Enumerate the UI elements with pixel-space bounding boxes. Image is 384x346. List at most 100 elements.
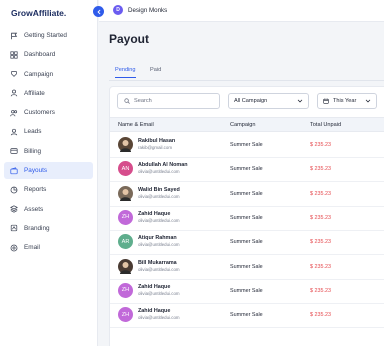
sidebar-item-assets[interactable]: Assets — [4, 201, 93, 218]
flag-icon — [9, 31, 19, 41]
billing-icon — [9, 146, 19, 156]
topbar: D Design Monks — [99, 0, 384, 22]
filter-bar: Search All Campaign This Year — [117, 93, 384, 109]
avatar: ZH — [118, 307, 133, 323]
workspace-name: Design Monks — [128, 6, 168, 14]
row-amount: $ 235.23 — [310, 312, 331, 319]
row-campaign: Summer Sale — [230, 263, 263, 270]
sidebar-item-label: Campaign — [24, 70, 54, 78]
avatar: ZH — [118, 282, 133, 298]
row-email: olivia@untitledui.com — [138, 217, 180, 223]
main-content: Payout Pending Paid Search All Campaign … — [99, 22, 384, 346]
header-total-unpaid[interactable]: Total Unpaid — [310, 122, 341, 128]
sidebar-item-reports[interactable]: Reports — [4, 181, 93, 198]
row-name: Walid Bin Sayed — [138, 186, 180, 193]
row-name: Rakibul Hasan — [138, 138, 176, 144]
dashboard-icon — [9, 50, 19, 60]
sidebar-item-label: Customers — [24, 109, 55, 117]
sidebar-item-label: Leads — [24, 128, 42, 136]
sidebar-item-label: Assets — [24, 205, 44, 213]
sidebar-item-leads[interactable]: Leads — [4, 123, 93, 140]
tab-paid[interactable]: Paid — [150, 67, 161, 77]
sidebar-item-label: Getting Started — [24, 32, 67, 39]
row-name: Bill Mukarrama — [138, 259, 177, 266]
tabs: Pending Paid — [109, 66, 384, 81]
sidebar-item-affiliate[interactable]: Affiliate — [4, 85, 93, 102]
row-campaign: Summer Sale — [230, 142, 263, 148]
table-row[interactable]: ZH Zahid Haque olivia@untitledui.com Summer… — [110, 280, 384, 304]
sidebar-item-getting-started[interactable]: Getting Started — [4, 27, 93, 44]
search-input[interactable]: Search — [117, 93, 220, 109]
app-logo: GrowAffiliate. — [11, 8, 67, 18]
sidebar-item-label: Billing — [24, 147, 42, 155]
row-email: olivia@untitledui.com — [138, 266, 180, 272]
table-row[interactable]: ZH Zahid Haque olivia@untitledui.com Summer… — [110, 207, 384, 231]
row-amount: $ 235.23 — [310, 142, 331, 148]
table-row[interactable]: AR Atiqur Rahman olivia@untitledui.com Summ… — [110, 231, 384, 256]
reports-icon — [9, 185, 19, 195]
sidebar-item-label: Payouts — [24, 167, 48, 175]
table-row[interactable]: Rakibul Hasan rakib@gmail.com Summer Sale $… — [110, 134, 384, 158]
sidebar-item-label: Dashboard — [24, 51, 56, 59]
sidebar-item-campaign[interactable]: Campaign — [4, 66, 93, 83]
row-amount: $ 235.23 — [310, 287, 331, 294]
sidebar-item-label: Reports — [24, 186, 47, 194]
page-title: Payout — [109, 32, 150, 46]
table-header: Name & Email Campaign Total Unpaid — [110, 117, 384, 132]
row-email: olivia@untitledui.com — [138, 193, 180, 199]
period-select-value: This Year — [333, 98, 357, 104]
row-amount: $ 235.23 — [310, 214, 331, 221]
avatar: AR — [118, 234, 133, 250]
chevron-left-icon — [96, 9, 100, 14]
row-name: Zahid Haque — [138, 210, 171, 217]
row-name: Zahid Haque — [138, 308, 171, 315]
sidebar-item-branding[interactable]: Branding — [4, 220, 93, 237]
period-select[interactable]: This Year — [317, 93, 377, 109]
user-icon — [9, 88, 19, 98]
sidebar: GrowAffiliate. Getting Started Dashboard C… — [0, 0, 98, 346]
assets-icon — [9, 204, 19, 214]
row-campaign: Summer Sale — [230, 239, 263, 246]
sidebar-item-customers[interactable]: Customers — [4, 104, 93, 121]
branding-icon — [9, 223, 19, 233]
header-name[interactable]: Name & Email — [118, 122, 154, 128]
tab-pending[interactable]: Pending — [115, 67, 136, 78]
campaign-select-value: All Campaign — [234, 98, 268, 104]
sidebar-nav: Getting Started Dashboard Campaign Affiliat… — [4, 27, 93, 259]
table-row[interactable]: Bill Mukarrama olivia@untitledui.com Summe… — [110, 256, 384, 280]
table-row[interactable]: Walid Bin Sayed olivia@untitledui.com Summ… — [110, 183, 384, 207]
sidebar-item-payouts[interactable]: Payouts — [4, 162, 93, 180]
row-name: Zahid Haque — [138, 283, 171, 290]
avatar — [118, 258, 133, 274]
table-row[interactable]: ZH Zahid Haque olivia@untitledui.com Summer… — [110, 304, 384, 329]
campaign-select[interactable]: All Campaign — [228, 93, 309, 109]
collapse-sidebar-button[interactable] — [93, 6, 104, 17]
sidebar-item-billing[interactable]: Billing — [4, 143, 93, 160]
row-email: olivia@untitledui.com — [138, 242, 180, 248]
workspace-switcher[interactable]: D Design Monks — [113, 5, 167, 15]
email-icon — [9, 243, 19, 253]
row-email: olivia@untitledui.com — [138, 169, 180, 175]
row-campaign: Summer Sale — [230, 190, 263, 197]
row-amount: $ 235.23 — [310, 190, 331, 197]
row-amount: $ 235.23 — [310, 166, 331, 173]
sidebar-item-email[interactable]: Email — [4, 239, 93, 256]
app-root: GrowAffiliate. Getting Started Dashboard C… — [0, 0, 384, 346]
wallet-icon — [9, 166, 19, 176]
users-icon — [9, 108, 19, 118]
table-row[interactable]: AN Abdullah Al Noman olivia@untitledui.com… — [110, 158, 384, 183]
calendar-icon — [323, 98, 329, 104]
sidebar-item-label: Affiliate — [24, 89, 45, 97]
row-name: Atiqur Rahman — [138, 235, 177, 242]
header-campaign[interactable]: Campaign — [230, 122, 256, 128]
leads-icon — [9, 127, 19, 137]
row-email: rakib@gmail.com — [138, 145, 172, 150]
sidebar-item-label: Email — [24, 244, 40, 252]
row-amount: $ 235.23 — [310, 263, 331, 270]
search-icon — [124, 98, 130, 104]
sidebar-item-dashboard[interactable]: Dashboard — [4, 46, 93, 63]
row-name: Abdullah Al Noman — [138, 162, 188, 169]
row-amount: $ 235.23 — [310, 239, 331, 246]
avatar — [118, 137, 133, 152]
row-campaign: Summer Sale — [230, 312, 263, 319]
